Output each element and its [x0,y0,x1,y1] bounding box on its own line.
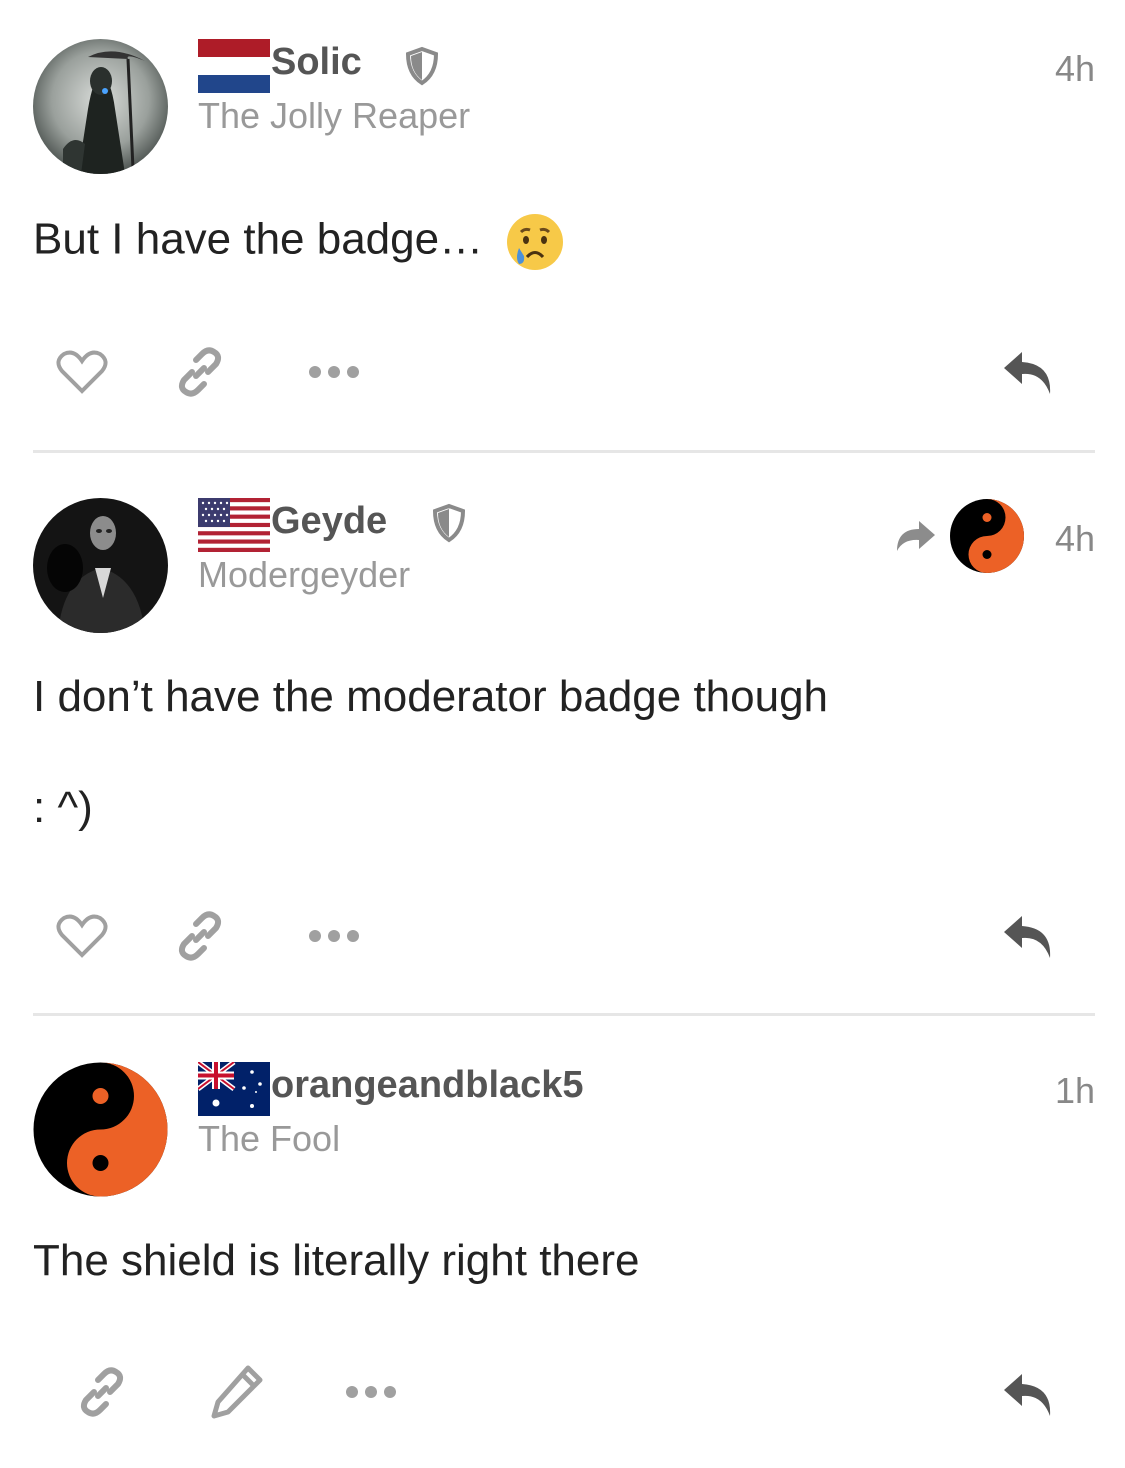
post-orangeandblack5: orangeandblack5 The Fool 1h The shield i… [33,0,1095,1468]
yin-yang-avatar [33,1062,168,1197]
post-text: The shield is literally right there [33,1236,640,1285]
username[interactable]: orangeandblack5 [271,1063,584,1107]
flag [198,1062,270,1116]
link-icon [80,1367,124,1417]
more-icon [346,1386,396,1398]
copy-link-button[interactable] [72,1362,132,1422]
avatar[interactable] [33,1062,168,1197]
user-title: The Fool [198,1118,341,1159]
reply-icon [1004,1374,1051,1416]
edit-icon [211,1365,263,1419]
australia-flag [198,1062,270,1116]
edit-button[interactable] [206,1362,266,1422]
post-time[interactable]: 1h [1055,1070,1095,1112]
reply-button[interactable] [999,1366,1059,1426]
more-button[interactable] [341,1362,401,1422]
